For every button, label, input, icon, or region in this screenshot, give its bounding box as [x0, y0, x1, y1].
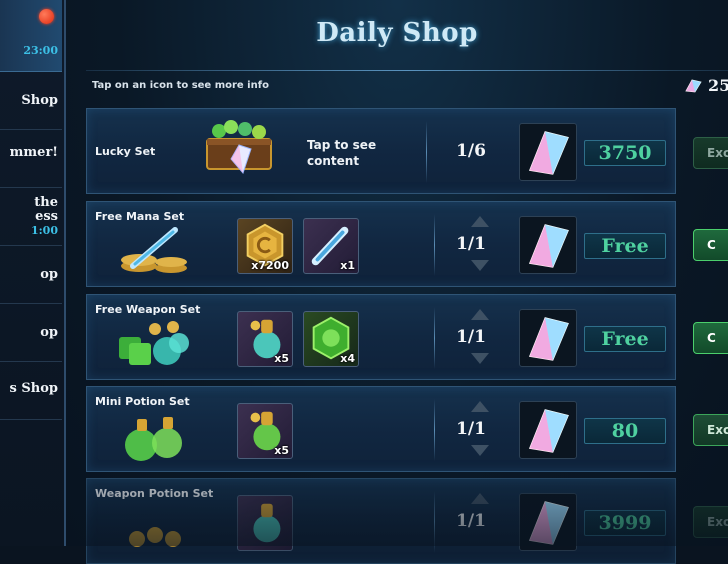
hint-text: Tap on an icon to see more info	[92, 80, 269, 91]
sidebar-item-label: the ess	[34, 195, 58, 224]
exchange-button[interactable]: Exc	[693, 414, 728, 446]
weapon-potion-set-icon[interactable]	[115, 499, 195, 559]
sidebar-item-time: 23:00	[23, 44, 58, 57]
row-divider	[434, 491, 435, 553]
treasure-chest-icon[interactable]	[201, 115, 281, 175]
tap-to-see-content[interactable]: Tap to see content	[307, 137, 387, 169]
currency-amount: 25	[708, 76, 728, 95]
stock-count: 1/1	[456, 419, 486, 439]
exchange-button[interactable]: Exc	[693, 506, 728, 538]
item-quantity: x5	[274, 352, 289, 365]
sidebar-item-summer[interactable]: mmer!	[0, 130, 62, 188]
gold-coin-icon[interactable]: x7200	[237, 218, 293, 274]
mana-set-icon[interactable]	[115, 222, 195, 282]
gem-icon	[685, 79, 702, 93]
potion-flask-icon[interactable]: x5	[237, 403, 293, 459]
stock-count: 1/6	[456, 141, 486, 161]
increase-arrow-icon[interactable]	[471, 216, 489, 227]
decrease-arrow-icon[interactable]	[471, 353, 489, 364]
title-divider	[86, 70, 728, 71]
item-quantity: x1	[340, 259, 355, 272]
row-divider	[434, 214, 435, 276]
shop-row-weapon-potion-set[interactable]: Weapon Potion Set 1/1 3999	[86, 478, 676, 564]
sidebar-item-shop-2[interactable]: op	[0, 246, 62, 304]
stock-count: 1/1	[456, 327, 486, 347]
shop-row-free-weapon-set[interactable]: Free Weapon Set x5 x4 1/1 Free	[86, 294, 676, 380]
decrease-arrow-icon[interactable]	[471, 260, 489, 271]
set-name: Lucky Set	[95, 145, 156, 158]
potion-set-icon[interactable]	[115, 407, 195, 467]
sidebar-item-label: op	[40, 325, 58, 340]
item-quantity: x4	[340, 352, 355, 365]
sidebar-item-label: mmer!	[9, 145, 58, 160]
row-divider	[426, 121, 427, 183]
sidebar-item-shop-3[interactable]: op	[0, 304, 62, 362]
price-label: Free	[584, 326, 666, 352]
item-quantity: x7200	[251, 259, 289, 272]
notification-dot	[39, 9, 54, 24]
weapon-set-icon[interactable]	[115, 315, 195, 375]
increase-arrow-icon[interactable]	[471, 493, 489, 504]
increase-arrow-icon[interactable]	[471, 401, 489, 412]
page-title: Daily Shop	[316, 18, 478, 48]
row-divider	[434, 399, 435, 461]
sidebar-item-current[interactable]: 23:00	[0, 0, 62, 72]
decrease-arrow-icon[interactable]	[471, 445, 489, 456]
row-divider	[434, 307, 435, 369]
shop-row-lucky-set[interactable]: Lucky Set Tap to see content 1/6 3750	[86, 108, 676, 194]
sidebar-item-label: op	[40, 267, 58, 282]
claim-button[interactable]: C	[693, 322, 728, 354]
price-label: 80	[584, 418, 666, 444]
price-label: 3999	[584, 510, 666, 536]
gem-icon	[519, 401, 577, 459]
potion-flask-graphic	[253, 503, 281, 543]
stock-count: 1/1	[456, 234, 486, 254]
gem-icon	[519, 309, 577, 367]
sidebar-item-shop[interactable]: Shop	[0, 72, 62, 130]
gem-icon	[519, 493, 577, 551]
gem-icon	[519, 216, 577, 274]
potion-flask-icon[interactable]: x5	[237, 311, 293, 367]
price-label: 3750	[584, 140, 666, 166]
gem-icon	[519, 123, 577, 181]
shop-row-free-mana-set[interactable]: Free Mana Set x7200 x1 1/1 Free	[86, 201, 676, 287]
increase-arrow-icon[interactable]	[471, 309, 489, 320]
sidebar-item-princess[interactable]: the ess 1:00	[0, 188, 62, 246]
sidebar-item-label: s Shop	[9, 381, 58, 396]
item-quantity: x5	[274, 444, 289, 457]
sidebar-item-label: Shop	[21, 93, 58, 108]
claim-button[interactable]: C	[693, 229, 728, 261]
mana-vial-icon[interactable]: x1	[303, 218, 359, 274]
stock-count: 1/1	[456, 511, 486, 531]
price-label: Free	[584, 233, 666, 259]
sidebar: 23:00 Shop mmer! the ess 1:00 op op s Sh…	[0, 0, 66, 546]
potion-flask-icon[interactable]	[237, 495, 293, 551]
sidebar-item-shop-4[interactable]: s Shop	[0, 362, 62, 420]
shop-row-mini-potion-set[interactable]: Mini Potion Set x5 1/1 80	[86, 386, 676, 472]
exchange-button[interactable]: Exc	[693, 137, 728, 169]
currency-display[interactable]: 25	[684, 76, 728, 98]
sidebar-item-time: 1:00	[30, 224, 58, 237]
weapon-emblem-icon[interactable]: x4	[303, 311, 359, 367]
shop-panel: Daily Shop Tap on an icon to see more in…	[66, 0, 728, 564]
